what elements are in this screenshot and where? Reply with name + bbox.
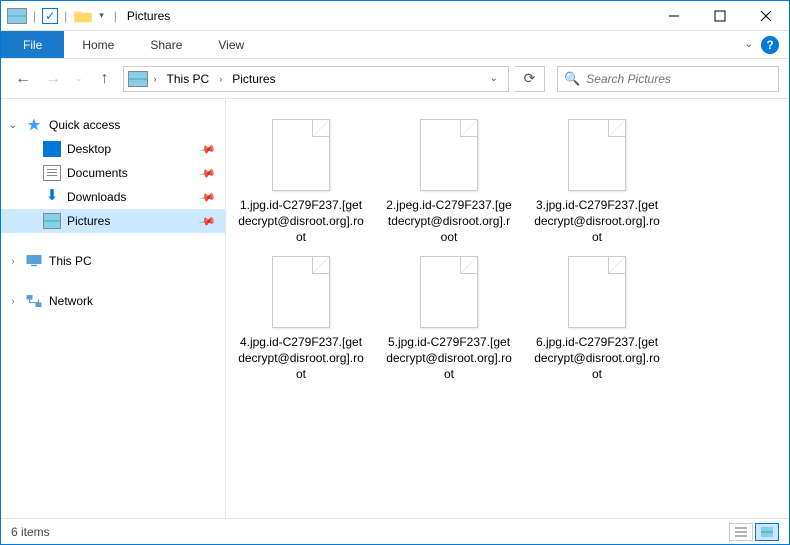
- separator: |: [33, 9, 36, 23]
- up-button[interactable]: ↑: [93, 67, 117, 91]
- details-view-button[interactable]: [729, 523, 753, 541]
- file-name-label: 2.jpeg.id-C279F237.[getdecrypt@disroot.o…: [385, 197, 513, 246]
- sidebar-item-pictures[interactable]: Pictures 📌: [1, 209, 225, 233]
- window-title: Pictures: [127, 9, 170, 23]
- file-name-label: 1.jpg.id-C279F237.[getdecrypt@disroot.or…: [237, 197, 365, 246]
- folder-icon: [73, 8, 93, 24]
- history-dropdown-icon[interactable]: ⌄: [71, 73, 87, 84]
- file-item[interactable]: 4.jpg.id-C279F237.[getdecrypt@disroot.or…: [236, 256, 366, 383]
- file-thumbnail: [568, 256, 626, 328]
- sidebar-item-label: Pictures: [67, 214, 110, 228]
- close-button[interactable]: [743, 1, 789, 31]
- file-name-label: 3.jpg.id-C279F237.[getdecrypt@disroot.or…: [533, 197, 661, 246]
- title-bar: | ✓ | ▾ | Pictures: [1, 1, 789, 31]
- expand-icon[interactable]: ›: [7, 296, 19, 307]
- file-item[interactable]: 6.jpg.id-C279F237.[getdecrypt@disroot.or…: [532, 256, 662, 383]
- network-icon: [25, 293, 43, 309]
- separator: |: [114, 9, 117, 23]
- file-thumbnail: [568, 119, 626, 191]
- file-name-label: 5.jpg.id-C279F237.[getdecrypt@disroot.or…: [385, 334, 513, 383]
- forward-button[interactable]: →: [41, 67, 65, 91]
- sidebar-item-desktop[interactable]: Desktop 📌: [1, 137, 225, 161]
- collapse-icon[interactable]: ⌄: [7, 120, 19, 131]
- ribbon-expand-icon[interactable]: ⌄: [745, 39, 761, 50]
- separator: |: [64, 9, 67, 23]
- file-thumbnail: [420, 119, 478, 191]
- pin-icon: 📌: [199, 213, 216, 230]
- desktop-icon: [43, 141, 61, 157]
- breadcrumb-current[interactable]: Pictures: [228, 72, 279, 86]
- pin-icon: 📌: [199, 165, 216, 182]
- file-pane[interactable]: 1.jpg.id-C279F237.[getdecrypt@disroot.or…: [226, 99, 789, 518]
- search-box[interactable]: 🔍: [557, 66, 779, 92]
- sidebar-item-label: This PC: [49, 254, 92, 268]
- refresh-button[interactable]: ⟳: [515, 66, 545, 92]
- home-tab[interactable]: Home: [64, 31, 132, 58]
- sidebar-item-label: Desktop: [67, 142, 111, 156]
- file-name-label: 6.jpg.id-C279F237.[getdecrypt@disroot.or…: [533, 334, 661, 383]
- app-icon: [7, 8, 27, 24]
- star-icon: [25, 117, 43, 133]
- file-thumbnail: [272, 119, 330, 191]
- minimize-button[interactable]: [651, 1, 697, 31]
- sidebar-item-label: Quick access: [49, 118, 120, 132]
- sidebar-item-label: Network: [49, 294, 93, 308]
- view-tab[interactable]: View: [200, 31, 262, 58]
- address-bar-row: ← → ⌄ ↑ › This PC › Pictures ⌄ ⟳ 🔍: [1, 59, 789, 99]
- sidebar-item-documents[interactable]: Documents 📌: [1, 161, 225, 185]
- file-item[interactable]: 1.jpg.id-C279F237.[getdecrypt@disroot.or…: [236, 119, 366, 246]
- file-item[interactable]: 2.jpeg.id-C279F237.[getdecrypt@disroot.o…: [384, 119, 514, 246]
- status-bar: 6 items: [1, 518, 789, 544]
- file-item[interactable]: 5.jpg.id-C279F237.[getdecrypt@disroot.or…: [384, 256, 514, 383]
- file-thumbnail: [272, 256, 330, 328]
- qa-checkbox-icon[interactable]: ✓: [42, 8, 58, 24]
- pin-icon: 📌: [199, 141, 216, 158]
- chevron-right-icon[interactable]: ›: [150, 74, 161, 84]
- back-button[interactable]: ←: [11, 67, 35, 91]
- chevron-right-icon[interactable]: ›: [215, 74, 226, 84]
- thumbnails-view-button[interactable]: [755, 523, 779, 541]
- sidebar-item-quick-access[interactable]: ⌄ Quick access: [1, 113, 225, 137]
- breadcrumb-this-pc[interactable]: This PC: [163, 72, 214, 86]
- downloads-icon: ⬇: [43, 189, 61, 205]
- sidebar-item-downloads[interactable]: ⬇ Downloads 📌: [1, 185, 225, 209]
- pin-icon: 📌: [199, 189, 216, 206]
- sidebar-item-label: Downloads: [67, 190, 126, 204]
- file-name-label: 4.jpg.id-C279F237.[getdecrypt@disroot.or…: [237, 334, 365, 383]
- location-icon: [128, 71, 148, 87]
- sidebar-item-this-pc[interactable]: › This PC: [1, 249, 225, 273]
- breadcrumb[interactable]: › This PC › Pictures ⌄: [123, 66, 509, 92]
- pictures-icon: [43, 213, 61, 229]
- maximize-button[interactable]: [697, 1, 743, 31]
- dropdown-chevron-icon[interactable]: ▾: [95, 10, 108, 21]
- help-icon[interactable]: ?: [761, 36, 779, 54]
- pc-icon: [25, 253, 43, 269]
- item-count: 6 items: [11, 525, 50, 539]
- sidebar-item-label: Documents: [67, 166, 128, 180]
- search-icon: 🔍: [564, 71, 580, 87]
- search-input[interactable]: [586, 72, 772, 86]
- address-dropdown-icon[interactable]: ⌄: [484, 73, 504, 84]
- file-item[interactable]: 3.jpg.id-C279F237.[getdecrypt@disroot.or…: [532, 119, 662, 246]
- expand-icon[interactable]: ›: [7, 256, 19, 267]
- navigation-pane: ⌄ Quick access Desktop 📌 Documents 📌 ⬇ D…: [1, 99, 226, 518]
- sidebar-item-network[interactable]: › Network: [1, 289, 225, 313]
- file-tab[interactable]: File: [1, 31, 64, 58]
- ribbon-tabs: File Home Share View ⌄ ?: [1, 31, 789, 59]
- file-thumbnail: [420, 256, 478, 328]
- share-tab[interactable]: Share: [132, 31, 200, 58]
- documents-icon: [43, 165, 61, 181]
